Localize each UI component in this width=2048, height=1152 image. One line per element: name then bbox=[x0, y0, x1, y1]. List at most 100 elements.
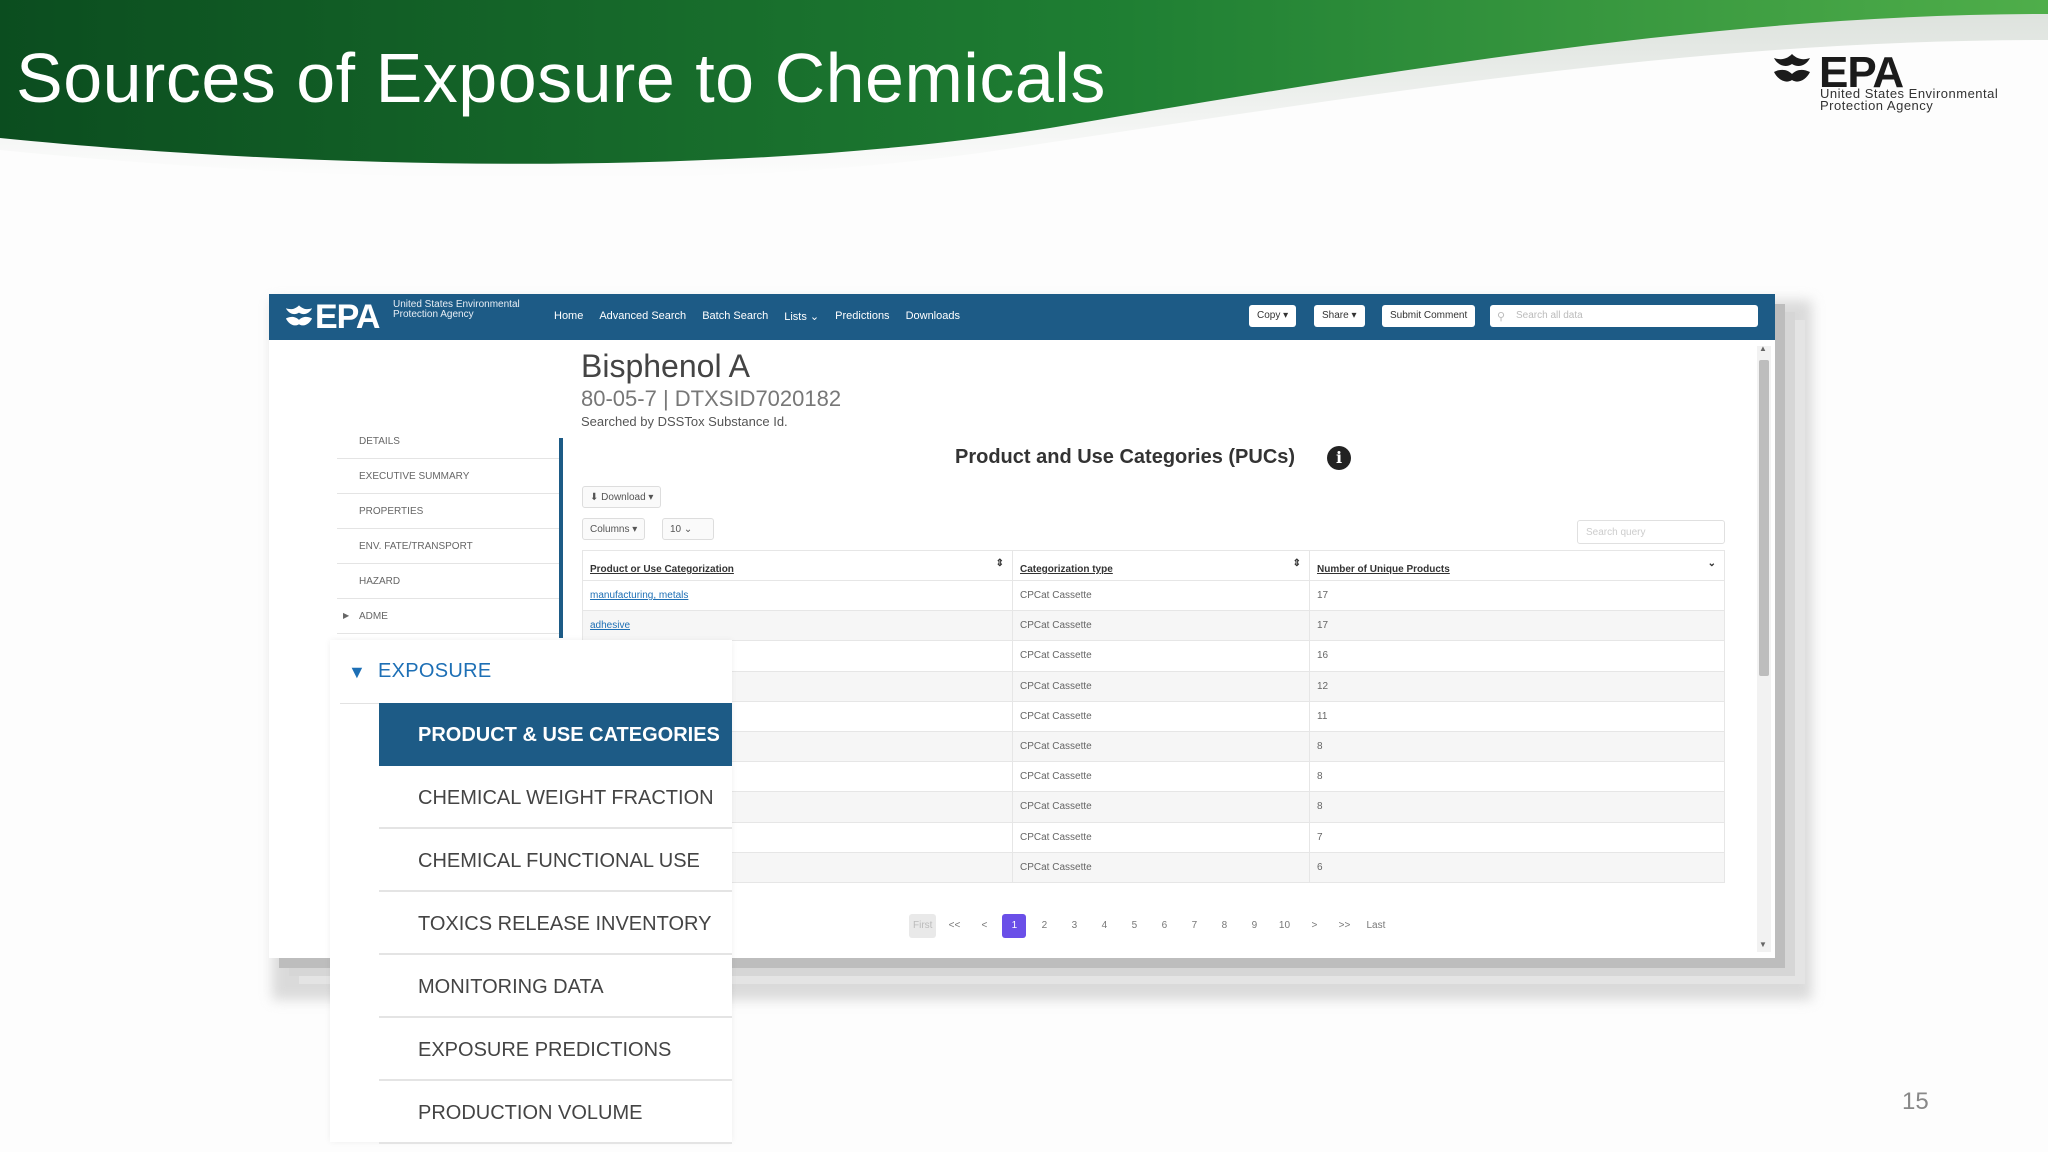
scroll-down-icon[interactable]: ▼ bbox=[1759, 940, 1767, 949]
submenu-item-exposure-predictions[interactable]: EXPOSURE PREDICTIONS bbox=[379, 1018, 732, 1081]
page-button-9[interactable]: 9 bbox=[1242, 914, 1266, 938]
exposure-section-header[interactable]: ▼ EXPOSURE bbox=[340, 648, 732, 704]
table-row: CPCat Cassette 8 bbox=[582, 730, 1725, 763]
table-cell-count: 17 bbox=[1309, 610, 1725, 642]
page-first-button[interactable]: First bbox=[909, 914, 937, 938]
table-cell-category[interactable]: adhesive bbox=[582, 610, 1013, 642]
sidebar: DETAILS EXECUTIVE SUMMARY PROPERTIES ENV… bbox=[337, 424, 561, 634]
page-button-2[interactable]: 2 bbox=[1032, 914, 1056, 938]
column-header-count-label: Number of Unique Products bbox=[1317, 564, 1450, 575]
page-button-3[interactable]: 3 bbox=[1062, 914, 1086, 938]
exposure-submenu: PRODUCT & USE CATEGORIES CHEMICAL WEIGHT… bbox=[379, 703, 732, 1144]
pagination: First << < 1 2 3 4 5 6 7 8 9 10 > >> Las… bbox=[909, 914, 1389, 938]
global-search-placeholder: Search all data bbox=[1516, 310, 1583, 321]
table-cell-count: 8 bbox=[1309, 730, 1725, 763]
page-size-select[interactable]: 10 ⌄ bbox=[662, 518, 714, 540]
chemical-name: Bisphenol A bbox=[581, 348, 751, 384]
page-button-5[interactable]: 5 bbox=[1122, 914, 1146, 938]
search-icon: ⚲ bbox=[1497, 311, 1506, 323]
table-cell-type: CPCat Cassette bbox=[1012, 821, 1310, 853]
page-button-7[interactable]: 7 bbox=[1182, 914, 1206, 938]
table-cell-type: CPCat Cassette bbox=[1012, 730, 1310, 763]
table-cell-count: 6 bbox=[1309, 851, 1725, 883]
epa-logo-subtitle: United States Environmental Protection A… bbox=[1820, 86, 1999, 113]
nav-link-downloads[interactable]: Downloads bbox=[906, 310, 960, 323]
slide-header: Sources of Exposure to Chemicals EPA Uni… bbox=[0, 0, 2048, 200]
submenu-item-product-use-categories[interactable]: PRODUCT & USE CATEGORIES bbox=[379, 703, 732, 766]
page-prev-button[interactable]: < bbox=[972, 914, 996, 938]
sidebar-item-properties[interactable]: PROPERTIES bbox=[337, 494, 561, 529]
page-next-button[interactable]: > bbox=[1302, 914, 1326, 938]
page-prev-prev-button[interactable]: << bbox=[942, 914, 966, 938]
section-title: Product and Use Categories (PUCs) bbox=[955, 446, 1296, 468]
global-search-input[interactable]: ⚲ Search all data bbox=[1490, 305, 1758, 327]
epa-logo: EPA United States Environmental Protecti… bbox=[1770, 48, 2020, 125]
download-button[interactable]: ⬇ Download ▾ bbox=[582, 486, 662, 508]
share-button[interactable]: Share ▾ bbox=[1314, 305, 1365, 327]
chevron-down-icon[interactable]: ⌄ bbox=[1708, 558, 1716, 569]
nav-logo-text[interactable]: EPA bbox=[315, 298, 380, 337]
column-header-type[interactable]: Categorization type ⇕ bbox=[1012, 550, 1310, 581]
nav-logo-subtitle: United States Environmental Protection A… bbox=[393, 299, 520, 320]
chemical-identifiers: 80-05-7 | DTXSID7020182 bbox=[581, 386, 842, 411]
nav-link-lists[interactable]: Lists ⌄ bbox=[784, 310, 819, 323]
searched-by-note: Searched by DSSTox Substance Id. bbox=[581, 414, 788, 429]
page-button-1[interactable]: 1 bbox=[1002, 914, 1027, 938]
page-next-next-button[interactable]: >> bbox=[1332, 914, 1356, 938]
nav-link-advanced-search[interactable]: Advanced Search bbox=[599, 310, 686, 323]
caret-right-icon: ▶ bbox=[343, 611, 350, 620]
nav-link-predictions[interactable]: Predictions bbox=[835, 310, 889, 323]
table-cell-count: 12 bbox=[1309, 670, 1725, 702]
page-button-8[interactable]: 8 bbox=[1212, 914, 1236, 938]
table-row: manufacturing, metals CPCat Cassette 17 bbox=[582, 579, 1725, 612]
sidebar-active-rule bbox=[559, 438, 563, 638]
nav-link-batch-search[interactable]: Batch Search bbox=[702, 310, 768, 323]
submit-comment-button[interactable]: Submit Comment bbox=[1382, 305, 1476, 327]
submenu-item-chemical-weight-fraction[interactable]: CHEMICAL WEIGHT FRACTION bbox=[379, 766, 732, 829]
submenu-item-chemical-functional-use[interactable]: CHEMICAL FUNCTIONAL USE bbox=[379, 829, 732, 892]
nav-links: Home Advanced Search Batch Search Lists … bbox=[554, 310, 960, 323]
submenu-item-production-volume[interactable]: PRODUCTION VOLUME bbox=[379, 1081, 732, 1144]
table-cell-count: 7 bbox=[1309, 821, 1725, 853]
sort-icon[interactable]: ⇕ bbox=[996, 558, 1004, 569]
page-button-4[interactable]: 4 bbox=[1092, 914, 1116, 938]
sort-icon[interactable]: ⇕ bbox=[1293, 558, 1301, 569]
scroll-up-icon[interactable]: ▲ bbox=[1759, 344, 1767, 353]
column-header-category[interactable]: Product or Use Categorization ⇕ bbox=[582, 550, 1013, 581]
page-last-button[interactable]: Last bbox=[1362, 914, 1389, 938]
page-number: 15 bbox=[1902, 1088, 1929, 1115]
table-row: CPCat Cassette 16 bbox=[582, 640, 1725, 672]
table-row: CPCat Cassette 8 bbox=[582, 791, 1725, 823]
download-button-label: Download bbox=[601, 492, 646, 503]
page-button-6[interactable]: 6 bbox=[1152, 914, 1176, 938]
nav-link-home[interactable]: Home bbox=[554, 310, 583, 323]
table-cell-type: CPCat Cassette bbox=[1012, 851, 1310, 883]
scrollbar-thumb[interactable] bbox=[1759, 360, 1769, 676]
table-cell-count: 8 bbox=[1309, 791, 1725, 823]
sidebar-item-executive-summary[interactable]: EXECUTIVE SUMMARY bbox=[337, 459, 561, 494]
sidebar-item-hazard[interactable]: HAZARD bbox=[337, 564, 561, 599]
column-header-count[interactable]: Number of Unique Products ⌄ bbox=[1309, 550, 1725, 581]
table-cell-count: 16 bbox=[1309, 640, 1725, 672]
epa-flower-icon bbox=[1774, 54, 1810, 82]
page-button-10[interactable]: 10 bbox=[1272, 914, 1296, 938]
submenu-item-toxics-release-inventory[interactable]: TOXICS RELEASE INVENTORY bbox=[379, 892, 732, 955]
submenu-item-monitoring-data[interactable]: MONITORING DATA bbox=[379, 955, 732, 1018]
sidebar-item-env-fate[interactable]: ENV. FATE/TRANSPORT bbox=[337, 529, 561, 564]
table-cell-type: CPCat Cassette bbox=[1012, 610, 1310, 642]
info-icon[interactable]: i bbox=[1327, 446, 1351, 470]
sidebar-item-adme-label: ADME bbox=[359, 611, 388, 622]
table-cell-type: CPCat Cassette bbox=[1012, 579, 1310, 612]
columns-button-label: Columns bbox=[590, 524, 630, 535]
caret-down-icon: ▼ bbox=[348, 662, 366, 682]
table-row: CPCat Cassette 12 bbox=[582, 670, 1725, 702]
sidebar-item-details[interactable]: DETAILS bbox=[337, 424, 561, 459]
sidebar-item-adme[interactable]: ▶ ADME bbox=[337, 599, 561, 634]
columns-button[interactable]: Columns ▾ bbox=[582, 518, 646, 540]
table-search-input[interactable]: Search query bbox=[1577, 520, 1725, 544]
table-cell-category[interactable]: manufacturing, metals bbox=[582, 579, 1013, 612]
copy-button[interactable]: Copy ▾ bbox=[1249, 305, 1297, 327]
table-cell-type: CPCat Cassette bbox=[1012, 761, 1310, 793]
table-cell-type: CPCat Cassette bbox=[1012, 791, 1310, 823]
app-navbar: EPA United States Environmental Protecti… bbox=[269, 294, 1775, 340]
